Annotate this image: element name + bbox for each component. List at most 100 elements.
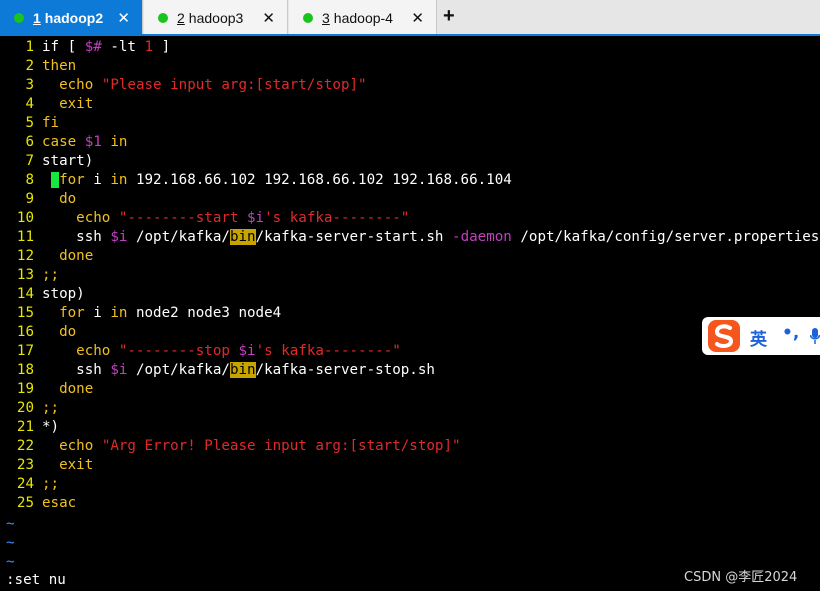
connected-status-icon [303, 12, 313, 23]
code-line[interactable]: 7 start) [0, 152, 820, 171]
code-text: echo "Please input arg:[start/stop]" [42, 76, 367, 95]
new-tab-button[interactable]: + [443, 5, 455, 28]
code-line[interactable]: 16 do [0, 323, 820, 342]
code-token: $i [110, 229, 128, 245]
code-token: exit [59, 96, 94, 112]
line-number: 16 [16, 324, 34, 340]
code-text: fi [42, 114, 59, 133]
code-line[interactable]: 1 if [ $# -lt 1 ] [0, 38, 820, 57]
code-line[interactable]: 14 stop) [0, 285, 820, 304]
code-line[interactable]: 21 *) [0, 418, 820, 437]
code-token: if [ [42, 39, 85, 55]
ime-toolbar[interactable]: 英 •, [702, 317, 820, 355]
watermark: CSDN @李匠2024 [684, 570, 798, 585]
code-line[interactable]: 19 done [0, 380, 820, 399]
empty-line-tilde: ~ [6, 516, 15, 532]
line-number: 12 [16, 248, 34, 264]
line-number: 2 [25, 58, 34, 74]
code-token: 's kafka--------" [264, 210, 410, 226]
code-text: for i in node2 node3 node4 [42, 304, 281, 323]
code-token: 1 [144, 39, 154, 55]
code-token: /kafka-server-stop.sh [255, 362, 435, 378]
code-line[interactable]: 9 do [0, 190, 820, 209]
code-text: start) [42, 152, 93, 171]
code-token: $i [110, 362, 128, 378]
code-line[interactable]: 22 echo "Arg Error! Please input arg:[st… [0, 437, 820, 456]
code-line[interactable]: 6 case $1 in [0, 133, 820, 152]
code-token: for [59, 305, 85, 321]
code-token: i [84, 305, 111, 321]
code-token: in [110, 134, 128, 150]
code-text: stop) [42, 285, 85, 304]
code-line[interactable]: 18 ssh $i /opt/kafka/bin/kafka-server-st… [0, 361, 820, 380]
code-token: done [59, 248, 94, 264]
code-token: /opt/kafka/config/server.properties [511, 229, 820, 245]
connected-status-icon [14, 12, 24, 23]
line-number: 20 [16, 400, 34, 416]
code-line[interactable]: 20;; [0, 399, 820, 418]
code-line[interactable]: 17 echo "--------stop $i's kafka--------… [0, 342, 820, 361]
input-language-toggle[interactable]: 英 [750, 325, 767, 350]
code-token: then [42, 58, 77, 74]
tab-hadoop2[interactable]: 1 hadoop2 ✕ [0, 0, 143, 35]
vim-command-line[interactable]: :set nu [6, 572, 66, 588]
code-line[interactable]: 8 for i in 192.168.66.102 192.168.66.102… [0, 171, 820, 190]
code-token: start) [42, 153, 94, 169]
line-number: 19 [16, 381, 34, 397]
code-text: ssh $i /opt/kafka/bin/kafka-server-start… [42, 228, 819, 247]
code-token: ;; [42, 476, 60, 492]
tab-label: hadoop-4 [333, 9, 393, 26]
line-number: 5 [25, 115, 34, 131]
code-line[interactable]: 5 fi [0, 114, 820, 133]
close-tab-icon[interactable]: ✕ [117, 9, 130, 27]
line-number: 8 [25, 172, 34, 188]
code-line[interactable]: 10 echo "--------start $i's kafka-------… [0, 209, 820, 228]
code-token: fi [42, 115, 60, 131]
code-text: do [42, 323, 76, 342]
close-tab-icon[interactable]: ✕ [262, 9, 275, 27]
tab-hadoop-4[interactable]: 3 hadoop-4 ✕ [289, 0, 437, 35]
code-token: for [59, 172, 85, 188]
code-token: "Arg Error! Please input arg:[start/stop… [101, 438, 461, 454]
code-line[interactable]: 13;; [0, 266, 820, 285]
code-line[interactable]: 25 esac [0, 494, 820, 513]
code-line[interactable]: 4 exit [0, 95, 820, 114]
search-highlight: bin [229, 229, 256, 245]
tab-number: 3 [322, 9, 330, 26]
punctuation-toggle[interactable]: •, [782, 323, 799, 343]
connected-status-icon [158, 12, 168, 23]
close-tab-icon[interactable]: ✕ [411, 9, 424, 27]
line-number: 11 [16, 229, 34, 245]
code-text: case $1 in [42, 133, 127, 152]
code-line[interactable]: 23 exit [0, 456, 820, 475]
code-token: do [59, 324, 77, 340]
microphone-icon[interactable] [810, 328, 820, 344]
code-token: "--------start [118, 210, 248, 226]
tab-hadoop3[interactable]: 2 hadoop3 ✕ [144, 0, 288, 35]
code-line[interactable]: 2 then [0, 57, 820, 76]
sogou-logo-icon[interactable] [708, 320, 740, 352]
code-token: in [110, 172, 128, 188]
line-number: 7 [25, 153, 34, 169]
code-line[interactable]: 15 for i in node2 node3 node4 [0, 304, 820, 323]
code-line[interactable]: 24;; [0, 475, 820, 494]
line-number: 13 [16, 267, 34, 283]
code-line[interactable]: 11 ssh $i /opt/kafka/bin/kafka-server-st… [0, 228, 820, 247]
code-token: node2 node3 node4 [127, 305, 282, 321]
code-token: case [42, 134, 77, 150]
code-line[interactable]: 3 echo "Please input arg:[start/stop]" [0, 76, 820, 95]
line-number: 25 [16, 495, 34, 511]
search-highlight: bin [229, 362, 256, 378]
code-token: exit [59, 457, 94, 473]
tab-number: 1 [33, 9, 41, 26]
code-token: 's kafka--------" [255, 343, 401, 359]
code-line[interactable]: 12 done [0, 247, 820, 266]
tab-bar: 1 hadoop2 ✕ 2 hadoop3 ✕ 3 hadoop-4 ✕ + [0, 0, 820, 36]
